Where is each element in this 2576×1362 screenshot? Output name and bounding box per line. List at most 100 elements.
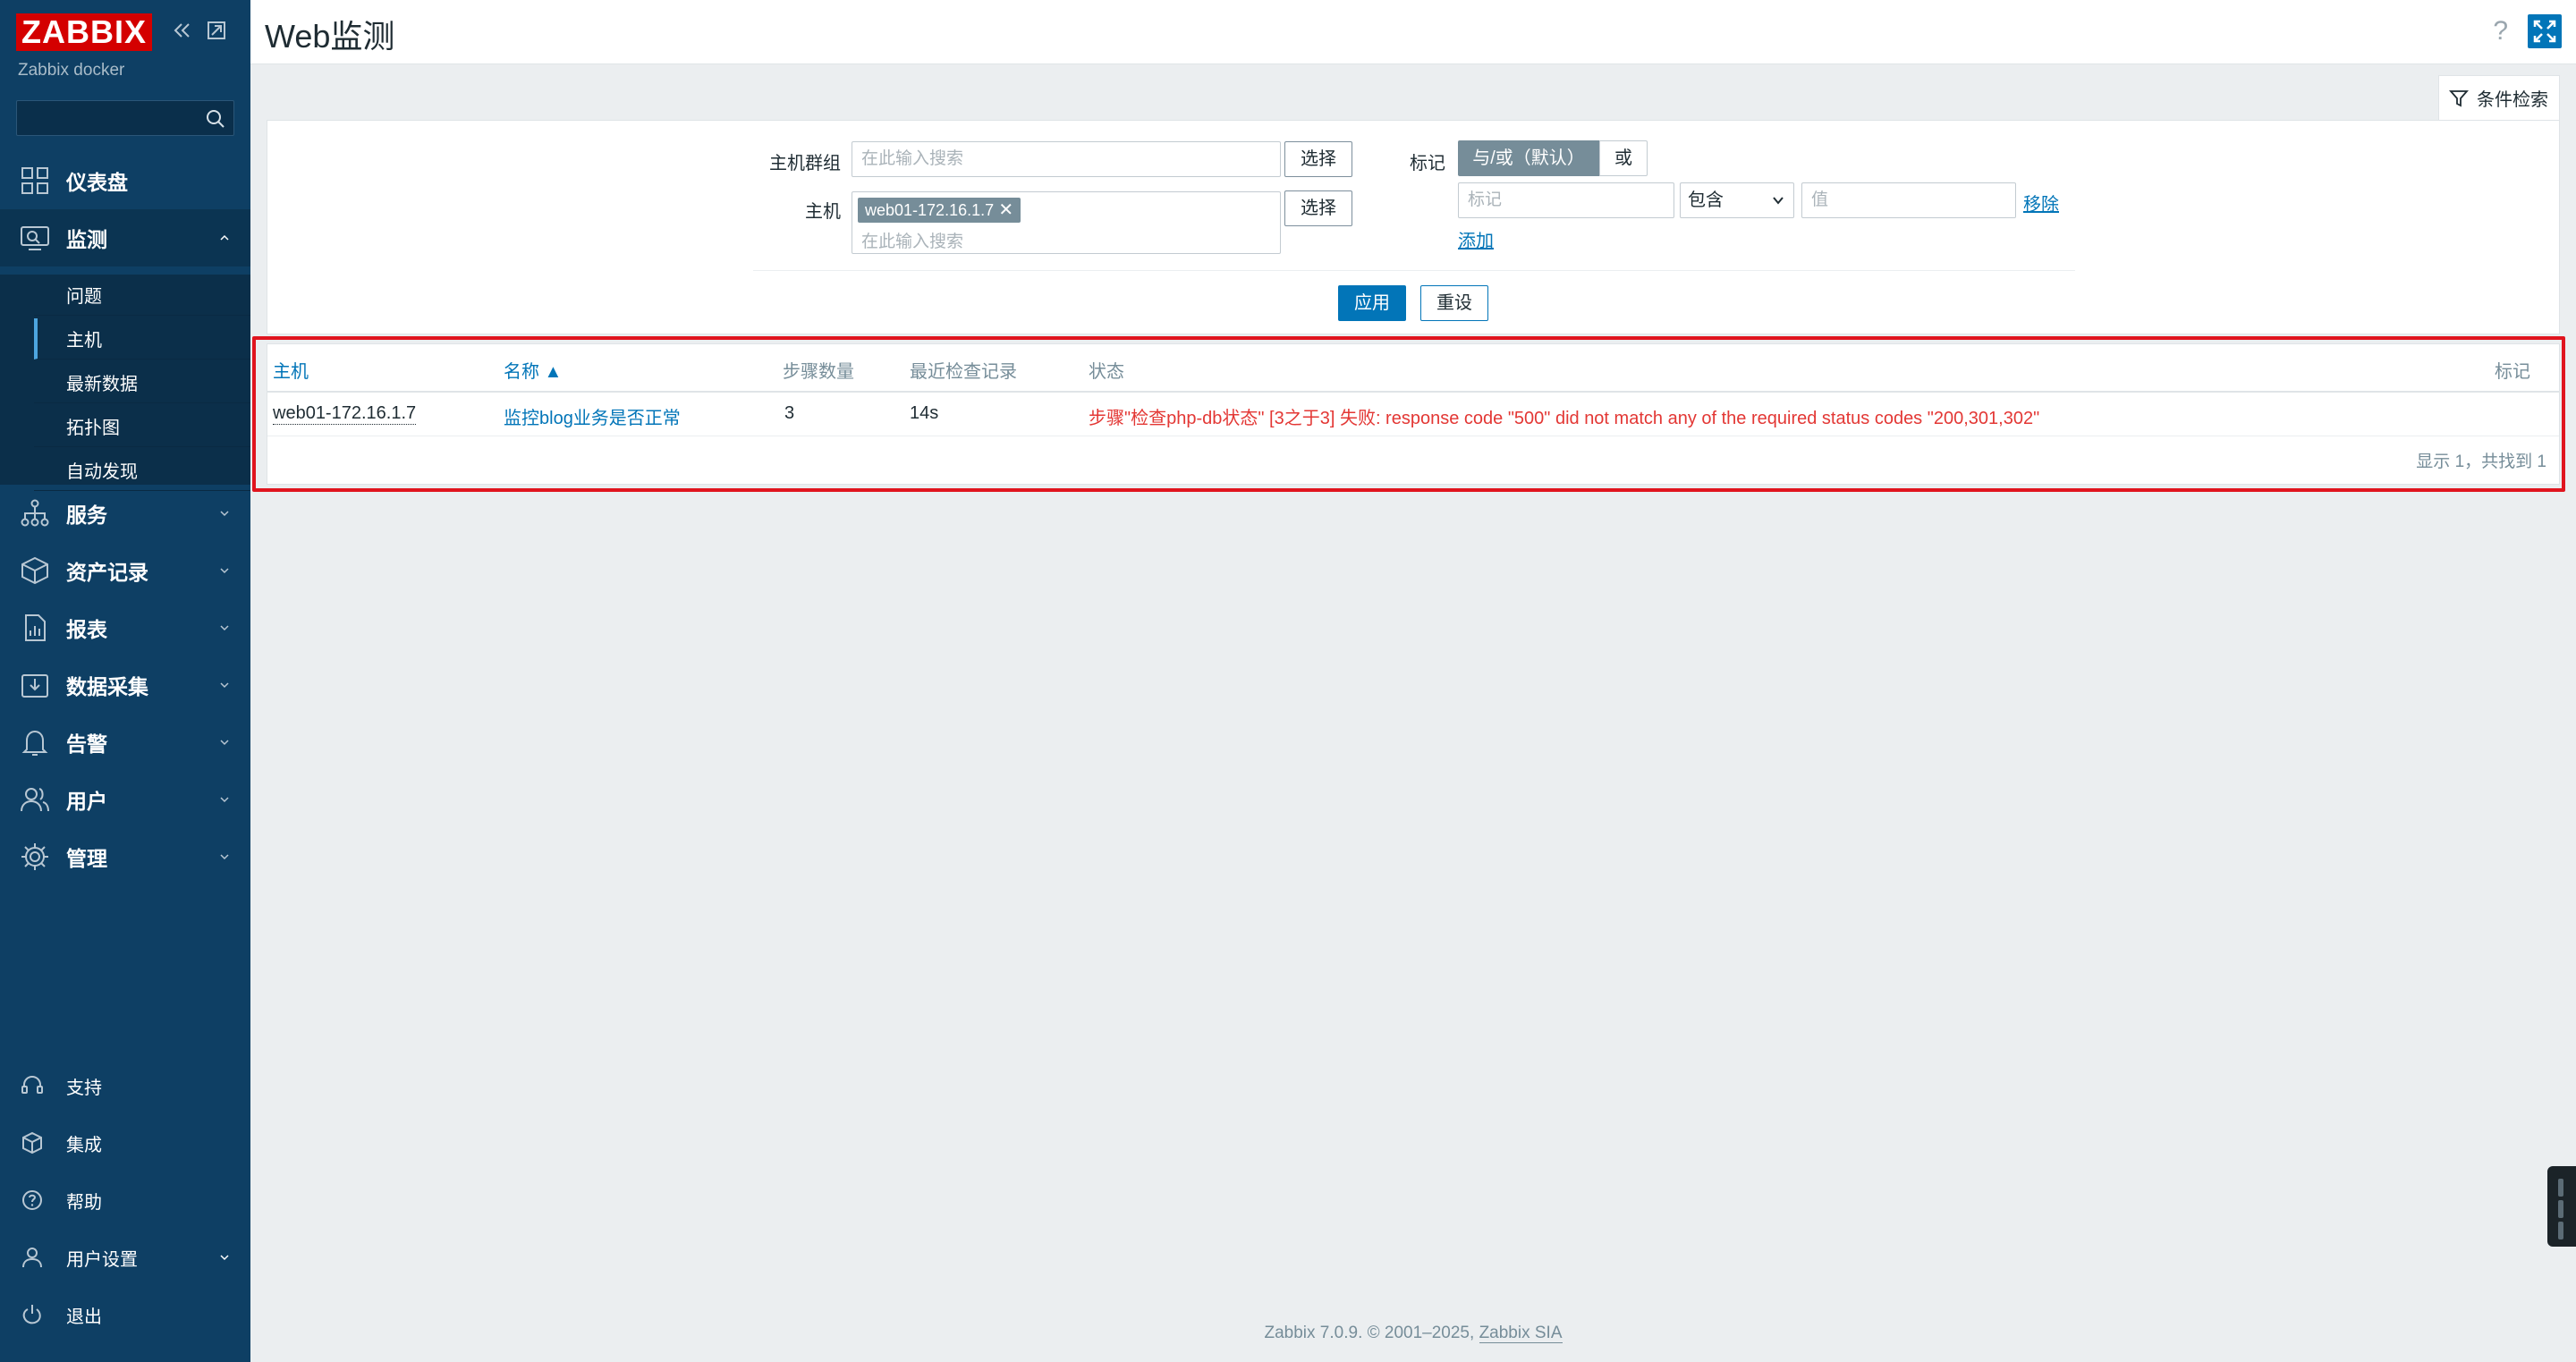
row-host[interactable]: web01-172.16.1.7 [273,403,417,425]
chevron-down-icon [220,854,229,860]
menu-label: 用户设置 [66,1249,138,1270]
filter-icon [2449,89,2469,106]
submenu-item-hosts[interactable]: 主机 [34,318,250,360]
menu-sign-out[interactable]: 退出 [0,1286,250,1343]
tag-operator-value: 包含 [1688,190,1724,210]
tag-operator-select[interactable]: 包含 [1680,182,1794,218]
menu-user-settings[interactable]: 用户设置 [0,1229,250,1286]
menu-monitoring[interactable]: 监测 [0,209,250,266]
users-icon [21,788,49,812]
data-collection-icon [21,674,48,698]
host-chip: web01-172.16.1.7 ✕ [858,198,1021,223]
host-input[interactable]: 在此输入搜索 [861,228,963,252]
tag-value-input[interactable]: 值 [1801,182,2016,218]
chevron-down-icon [220,797,229,803]
chevron-down-icon [220,740,229,746]
headset-icon [21,1075,43,1094]
zabbix-logo[interactable]: ZABBIX [16,13,152,51]
filter-divider [753,270,2075,271]
monitoring-icon [21,226,49,250]
menu-label: 仪表盘 [66,171,128,194]
tag-name-input[interactable]: 标记 [1458,182,1674,218]
tags-or-option[interactable]: 或 [1599,140,1648,176]
menu-label: 报表 [66,618,107,641]
menu-label: 资产记录 [66,561,148,584]
chevron-down-icon [220,682,229,689]
row-last-check: 14s [910,403,939,423]
side-panel-handle[interactable] [2547,1166,2576,1247]
chevron-up-icon [220,234,229,241]
menu-label: 用户 [66,790,107,813]
apply-button[interactable]: 应用 [1338,285,1406,321]
hostgroup-input[interactable]: 在此输入搜索 [852,141,1281,177]
double-chevron-left-icon[interactable] [170,18,195,43]
bell-icon [21,730,48,756]
row-steps: 3 [784,403,795,423]
menu-dashboard[interactable]: 仪表盘 [0,152,250,209]
submenu-item-latest-data[interactable]: 最新数据 [34,362,250,403]
close-icon[interactable]: ✕ [998,198,1013,223]
footer-company-link[interactable]: Zabbix SIA [1479,1324,1563,1343]
inventory-icon [21,556,48,585]
column-header-last-check: 最近检查记录 [910,362,1017,382]
menu-label: 服务 [66,503,107,527]
tags-label: 标记 [1410,154,1445,173]
expand-window-icon[interactable] [204,18,229,43]
row-name[interactable]: 监控blog业务是否正常 [504,403,681,429]
column-header-status: 状态 [1089,362,1124,382]
menu-administration[interactable]: 管理 [0,828,250,885]
menu-label: 监测 [66,228,107,251]
handle-grip [2558,1222,2563,1239]
kiosk-mode-button[interactable] [2528,14,2562,48]
column-header-name[interactable]: 名称 ▲ [504,357,562,383]
search-icon[interactable] [205,108,226,130]
menu-integrations[interactable]: 集成 [0,1114,250,1172]
menu-alerts[interactable]: 告警 [0,714,250,771]
add-tag-link[interactable]: 添加 [1458,226,1494,252]
power-icon [22,1305,41,1324]
question-icon [22,1190,42,1210]
column-header-host[interactable]: 主机 [273,357,309,383]
host-select-button[interactable]: 选择 [1284,190,1352,226]
chevron-down-icon [220,511,229,517]
handle-grip [2558,1200,2563,1218]
filter-tab-label: 条件检索 [2477,90,2548,110]
logo-row: ZABBIX [16,13,152,52]
gear-icon [21,843,48,870]
menu-label: 支持 [66,1078,102,1098]
paging-info: 显示 1，共找到 1 [2416,453,2546,471]
chevron-down-icon [220,568,229,574]
sidebar: ZABBIX Zabbix docker 仪表盘 监测 问题 主机 最新数据 拓… [0,0,250,1362]
menu-label: 告警 [66,732,107,756]
reset-button[interactable]: 重设 [1420,285,1488,321]
menu-help[interactable]: 帮助 [0,1172,250,1229]
web-monitoring-table: 主机 名称 ▲ 步骤数量 最近检查记录 状态 标记 web01-172.16.1… [267,343,2560,485]
tags-andor-option[interactable]: 与/或（默认） [1458,140,1599,176]
menu-inventory[interactable]: 资产记录 [0,542,250,599]
menu-reports[interactable]: 报表 [0,599,250,656]
server-name: Zabbix docker [18,61,125,80]
footer-text: Zabbix 7.0.9. © 2001–2025, [1264,1324,1479,1342]
page-header: Web监测 ? [250,0,2576,64]
remove-tag-link[interactable]: 移除 [2023,190,2059,216]
hostgroup-select-button[interactable]: 选择 [1284,141,1352,177]
page-title: Web监测 [265,18,395,55]
help-icon[interactable]: ? [2493,16,2508,47]
sidebar-search-input[interactable] [16,100,234,136]
menu-users[interactable]: 用户 [0,771,250,828]
dashboard-icon [21,167,48,194]
submenu-item-maps[interactable]: 拓扑图 [34,406,250,447]
host-chip-label: web01-172.16.1.7 [865,201,995,219]
monitoring-submenu: 问题 主机 最新数据 拓扑图 自动发现 [0,275,250,491]
menu-services[interactable]: 服务 [0,485,250,542]
menu-data-collection[interactable]: 数据采集 [0,656,250,714]
footer: Zabbix 7.0.9. © 2001–2025, Zabbix SIA [250,1324,2576,1343]
filter-tab[interactable]: 条件检索 [2438,75,2560,120]
menu-label: 帮助 [66,1192,102,1213]
cube-icon [22,1131,42,1155]
handle-grip [2558,1179,2563,1197]
menu-support[interactable]: 支持 [0,1057,250,1114]
services-icon [21,499,49,527]
submenu-item-problems[interactable]: 问题 [34,275,250,316]
host-multiselect[interactable]: web01-172.16.1.7 ✕ 在此输入搜索 [852,191,1281,254]
